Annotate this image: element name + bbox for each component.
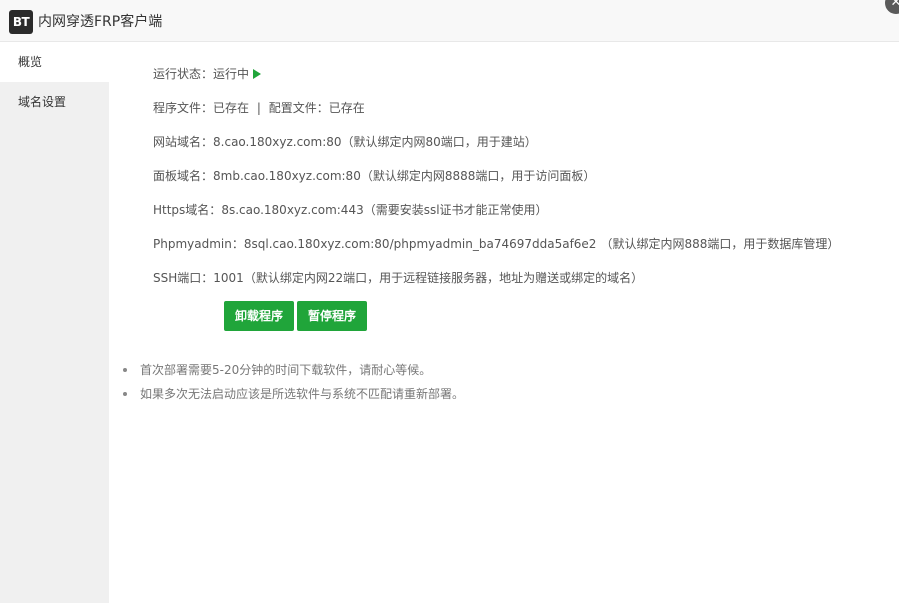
bt-logo: BT [9,10,33,34]
separator: | [256,101,261,115]
run-status-value: 运行中 [213,67,250,81]
title-bar: BT 内网穿透FRP客户端 [0,0,899,42]
tip-text: 首次部署需要5-20分钟的时间下载软件，请耐心等候。 [140,363,432,377]
panel-domain-row: 面板域名：8mb.cao.180xyz.com:80（默认绑定内网8888端口，… [153,167,595,185]
site-domain-value: 8.cao.180xyz.com:80 [213,135,342,149]
bullet-icon [123,392,127,396]
play-icon [253,69,262,79]
files-row: 程序文件：已存在 | 配置文件：已存在 [153,99,365,117]
run-status-label: 运行状态： [153,67,214,81]
panel-domain-label: 面板域名： [153,169,214,183]
site-domain-label: 网站域名： [153,135,214,149]
tips-list: 首次部署需要5-20分钟的时间下载软件，请耐心等候。 如果多次无法启动应该是所选… [123,358,464,406]
config-file-value: 已存在 [328,101,365,115]
main-content: 运行状态：运行中 程序文件：已存在 | 配置文件：已存在 网站域名：8.cao.… [109,42,899,603]
ssh-port-note: （默认绑定内网22端口，用于远程链接服务器，地址为赠送或绑定的域名） [243,271,644,285]
uninstall-button[interactable]: 卸载程序 [224,301,295,331]
https-domain-note: （需要安装ssl证书才能正常使用） [363,203,548,217]
panel-domain-value: 8mb.cao.180xyz.com:80 [213,169,361,183]
site-domain-row: 网站域名：8.cao.180xyz.com:80（默认绑定内网80端口，用于建站… [153,133,537,151]
pause-button[interactable]: 暂停程序 [297,301,368,331]
run-status-row: 运行状态：运行中 [153,65,262,83]
ssh-port-label: SSH端口： [153,271,214,285]
https-domain-label: Https域名： [153,203,222,217]
phpmyadmin-label: Phpmyadmin： [153,237,244,251]
phpmyadmin-note: （默认绑定内网888端口，用于数据库管理） [600,237,840,251]
config-file-label: 配置文件： [268,101,329,115]
site-domain-note: （默认绑定内网80端口，用于建站） [341,135,537,149]
panel-domain-note: （默认绑定内网8888端口，用于访问面板） [360,169,596,183]
bullet-icon [123,368,127,372]
list-item: 如果多次无法启动应该是所选软件与系统不匹配请重新部署。 [123,382,464,406]
https-domain-row: Https域名：8s.cao.180xyz.com:443（需要安装ssl证书才… [153,201,548,219]
program-file-value: 已存在 [213,101,250,115]
sidebar-item-overview[interactable]: 概览 [0,42,109,82]
program-file-label: 程序文件： [153,101,214,115]
https-domain-value: 8s.cao.180xyz.com:443 [221,203,364,217]
frp-client-window: BT 内网穿透FRP客户端 ✕ 概览 域名设置 运行状态：运行中 程序文件：已存… [0,0,899,603]
tip-text: 如果多次无法启动应该是所选软件与系统不匹配请重新部署。 [140,387,465,401]
phpmyadmin-value: 8sql.cao.180xyz.com:80/phpmyadmin_ba7469… [243,237,597,251]
ssh-port-value: 1001 [213,271,244,285]
list-item: 首次部署需要5-20分钟的时间下载软件，请耐心等候。 [123,358,464,382]
ssh-port-row: SSH端口：1001（默认绑定内网22端口，用于远程链接服务器，地址为赠送或绑定… [153,269,643,287]
sidebar: 概览 域名设置 [0,42,109,603]
phpmyadmin-row: Phpmyadmin：8sql.cao.180xyz.com:80/phpmya… [153,235,839,253]
window-title: 内网穿透FRP客户端 [38,14,163,30]
sidebar-item-domain-settings[interactable]: 域名设置 [0,82,109,122]
